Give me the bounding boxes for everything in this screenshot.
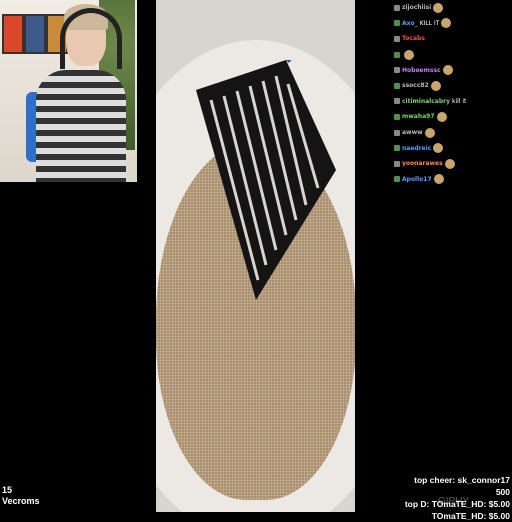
chat-username[interactable]: Axo_: [402, 20, 418, 27]
chat-message: zijochiisi: [392, 0, 512, 16]
chat-message: Hoboemssc: [392, 62, 512, 78]
chat-panel: zijochiisi Axo_ KILL IT Tocabs Hoboemssc ssoc…: [392, 0, 512, 195]
poster-red: [2, 14, 24, 54]
badge-icon: [394, 20, 400, 27]
emote-icon: [444, 158, 455, 169]
chat-message: citiminalcabry kill it: [392, 94, 512, 110]
badge-icon: [394, 160, 400, 167]
top-cheer-label: top cheer: sk_connor17 500: [414, 475, 510, 497]
chat-message: Tocabs: [392, 31, 512, 47]
badge-icon: [394, 145, 400, 152]
chat-username[interactable]: Apollo17: [402, 176, 432, 183]
chat-message: naedreic: [392, 140, 512, 156]
badge-icon: [394, 98, 400, 105]
chat-username[interactable]: mwaha97: [402, 113, 435, 120]
viewer-count: 15: [2, 485, 13, 495]
emote-icon: [433, 2, 444, 13]
badge-icon: [394, 113, 400, 120]
chat-message: awww: [392, 125, 512, 141]
emote-icon: [430, 80, 441, 91]
badge-icon: [394, 35, 400, 42]
emote-icon: [433, 174, 444, 185]
chat-username[interactable]: zijochiisi: [402, 4, 431, 11]
emote-icon: [442, 65, 453, 76]
scoop-icon: [196, 60, 336, 300]
chat-username[interactable]: citiminalcabry: [402, 98, 450, 105]
badge-icon: [394, 129, 400, 136]
chat-username[interactable]: ssocc82: [402, 82, 429, 89]
viewer-info: 15 Vecroms: [2, 485, 40, 507]
streamer-shirt: [36, 70, 126, 182]
badge-icon: [394, 82, 400, 89]
emote-icon: [436, 111, 447, 122]
chat-username[interactable]: awww: [402, 129, 423, 136]
giphy-watermark: GIPHY: [438, 496, 470, 507]
poster-blue: [24, 14, 46, 54]
emote-icon: [404, 49, 414, 60]
emote-icon: [433, 143, 444, 154]
chat-username[interactable]: yoonarawes: [402, 160, 443, 167]
chat-username[interactable]: Hoboemssc: [402, 67, 441, 74]
headset-icon: [60, 8, 122, 69]
webcam-overlay: [0, 0, 137, 182]
chat-username[interactable]: Tocabs: [402, 35, 425, 42]
chat-message: [392, 47, 512, 63]
chat-message: yoonarawes: [392, 156, 512, 172]
badge-icon: [394, 67, 400, 74]
badge-icon: [394, 176, 400, 183]
chat-text: kill it: [452, 97, 467, 105]
badge-icon: [394, 4, 400, 11]
chat-message: mwaha97: [392, 109, 512, 125]
chat-username[interactable]: naedreic: [402, 145, 431, 152]
chat-message: ssocc82: [392, 78, 512, 94]
chat-message: Axo_ KILL IT: [392, 16, 512, 32]
chat-text: KILL IT: [419, 19, 440, 27]
badge-icon: [394, 51, 400, 58]
viewer-name: Vecroms: [2, 496, 40, 506]
emote-icon: [441, 18, 452, 29]
chat-message: Apollo17: [392, 172, 512, 188]
gameplay-video: [156, 0, 355, 512]
emote-icon: [424, 127, 435, 138]
